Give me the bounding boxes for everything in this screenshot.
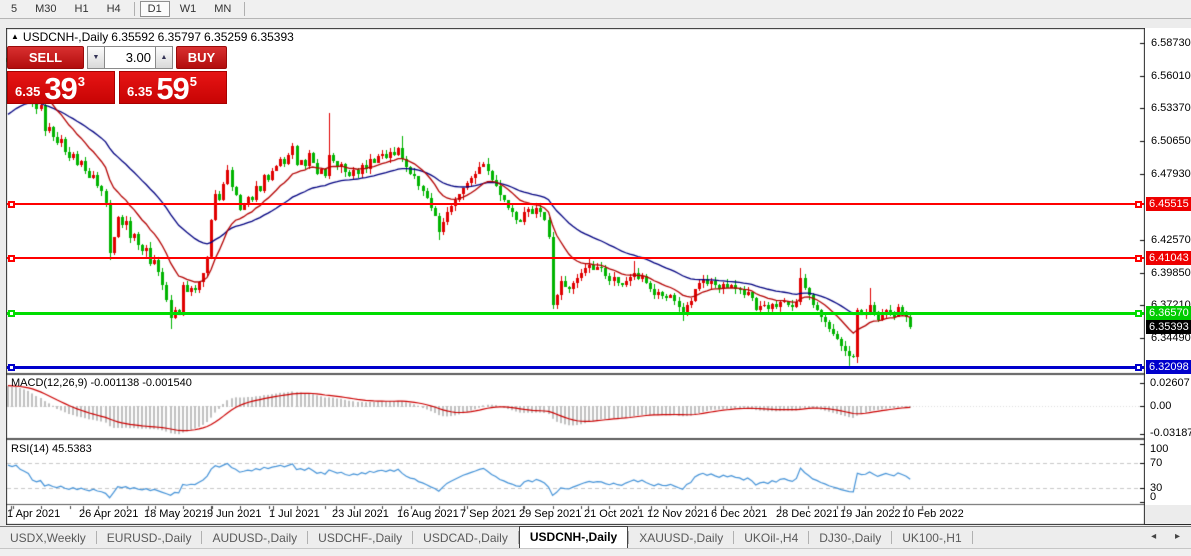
support-line-blue[interactable] xyxy=(7,366,1144,369)
line-handle[interactable] xyxy=(8,201,15,208)
ohlc-close: 6.35393 xyxy=(250,30,293,44)
timeframe-button-mn[interactable]: MN xyxy=(206,1,239,17)
toolbar-divider xyxy=(244,2,245,16)
mt4-application-window: 5M30H1H4D1W1MN ▲USDCNH-,Daily6.355926.35… xyxy=(0,0,1191,556)
macd-indicator-label: MACD(12,26,9) -0.001138 -0.001540 xyxy=(11,377,192,389)
chart-tab-uk100-h1[interactable]: UK100-,H1 xyxy=(892,529,971,547)
line-handle[interactable] xyxy=(8,310,15,317)
line-handle[interactable] xyxy=(8,255,15,262)
price-axis-label: 6.56010 xyxy=(1151,70,1191,82)
line-handle[interactable] xyxy=(8,364,15,371)
sell-price-sup: 3 xyxy=(78,74,85,89)
timeframe-button-5[interactable]: 5 xyxy=(3,1,25,17)
chart-tab-audusd-daily[interactable]: AUDUSD-,Daily xyxy=(202,529,307,547)
spinner-up-icon: ▲ xyxy=(161,54,168,61)
price-badge: 6.32098 xyxy=(1146,360,1191,374)
chart-tab-usdcad-daily[interactable]: USDCAD-,Daily xyxy=(413,529,518,547)
rsi-scale-label: 100 xyxy=(1150,443,1168,455)
date-axis-label: 6 Dec 2021 xyxy=(711,508,767,520)
buy-price-big: 59 xyxy=(156,75,188,102)
date-axis-label: 21 Oct 2021 xyxy=(584,508,644,520)
symbol-period-label: USDCNH-,Daily xyxy=(23,30,108,44)
line-handle[interactable] xyxy=(1135,310,1142,317)
price-axis-label: 6.47930 xyxy=(1151,168,1191,180)
macd-scale-label: 0.02607 xyxy=(1150,377,1190,389)
timeframe-button-d1[interactable]: D1 xyxy=(140,1,170,17)
line-handle[interactable] xyxy=(1135,255,1142,262)
chart-tab-usdx-weekly[interactable]: USDX,Weekly xyxy=(0,529,96,547)
date-axis-label: 26 Apr 2021 xyxy=(79,508,138,520)
volume-input[interactable] xyxy=(105,46,155,69)
volume-increase-button[interactable]: ▲ xyxy=(155,46,173,69)
price-axis-label: 6.58730 xyxy=(1151,37,1191,49)
date-axis-label: 1 Apr 2021 xyxy=(7,508,60,520)
buy-price-tile[interactable]: 6.35 59 5 xyxy=(119,71,227,104)
ohlc-open: 6.35592 xyxy=(111,30,154,44)
timeframe-button-m30[interactable]: M30 xyxy=(27,1,64,17)
price-badge: 6.45515 xyxy=(1146,197,1191,211)
macd-scale-label: 0.00 xyxy=(1150,400,1171,412)
tab-scroll-arrows[interactable]: ◂ ▸ xyxy=(1151,531,1188,542)
date-axis-label: 16 Aug 2021 xyxy=(397,508,459,520)
support-line-green[interactable] xyxy=(7,312,1144,315)
date-axis-label: 28 Dec 2021 xyxy=(776,508,838,520)
volume-decrease-button[interactable]: ▼ xyxy=(87,46,105,69)
price-badge: 6.41043 xyxy=(1146,251,1191,265)
price-badge: 6.35393 xyxy=(1146,320,1191,334)
date-axis-label: 1 Jul 2021 xyxy=(269,508,320,520)
ohlc-low: 6.35259 xyxy=(204,30,247,44)
toolbar-divider xyxy=(134,2,135,16)
chart-title: ▲ USDCNH-,Daily6.35592 6.357976.352596.353… xyxy=(11,30,297,44)
date-axis-label: 12 Nov 2021 xyxy=(647,508,709,520)
tab-divider xyxy=(972,531,973,544)
line-handle[interactable] xyxy=(1135,201,1142,208)
sell-price-prefix: 6.35 xyxy=(15,84,40,99)
chart-tab-usdcnh-daily[interactable]: USDCNH-,Daily xyxy=(519,526,628,548)
price-badge: 6.36570 xyxy=(1146,306,1191,320)
timeframe-button-h1[interactable]: H1 xyxy=(67,1,97,17)
buy-price-prefix: 6.35 xyxy=(127,84,152,99)
date-axis-label: 9 Jun 2021 xyxy=(207,508,261,520)
date-axis-label: 18 May 2021 xyxy=(144,508,208,520)
date-axis-label: 19 Jan 2022 xyxy=(840,508,901,520)
chart-tab-xauusd-daily[interactable]: XAUUSD-,Daily xyxy=(629,529,733,547)
chart-window-border xyxy=(1145,524,1191,525)
sell-price-tile[interactable]: 6.35 39 3 xyxy=(7,71,115,104)
price-axis-label: 6.42570 xyxy=(1151,234,1191,246)
sell-price-big: 39 xyxy=(44,75,76,102)
macd-scale-label: -0.03187 xyxy=(1150,427,1191,439)
chart-tab-dj30-daily[interactable]: DJ30-,Daily xyxy=(809,529,891,547)
line-handle[interactable] xyxy=(1135,364,1142,371)
status-bar xyxy=(0,548,1191,556)
timeframe-toolbar: 5M30H1H4 D1W1MN xyxy=(0,0,1191,19)
spinner-down-icon: ▼ xyxy=(93,54,100,61)
price-axis-label: 6.50650 xyxy=(1151,135,1191,147)
chart-tab-eurusd-daily[interactable]: EURUSD-,Daily xyxy=(97,529,202,547)
timeframe-button-h4[interactable]: H4 xyxy=(99,1,129,17)
sell-button[interactable]: SELL xyxy=(7,46,84,69)
price-axis-label: 6.53370 xyxy=(1151,102,1191,114)
rsi-scale-label: 70 xyxy=(1150,457,1162,469)
resistance-line-2[interactable] xyxy=(7,257,1144,259)
timeframe-button-w1[interactable]: W1 xyxy=(172,1,205,17)
chart-tab-ukoil-h4[interactable]: UKOil-,H4 xyxy=(734,529,808,547)
ohlc-high: 6.35797 xyxy=(158,30,201,44)
buy-price-sup: 5 xyxy=(190,74,197,89)
one-click-trading-panel: SELL ▼ ▲ BUY 6.35 39 3 6.35 59 5 xyxy=(7,46,227,104)
chart-tab-bar: USDX,WeeklyEURUSD-,DailyAUDUSD-,DailyUSD… xyxy=(0,526,1191,548)
collapse-triangle-icon[interactable]: ▲ xyxy=(11,32,19,41)
date-axis-label: 10 Feb 2022 xyxy=(902,508,964,520)
chart-tab-usdchf-daily[interactable]: USDCHF-,Daily xyxy=(308,529,412,547)
date-axis-label: 7 Sep 2021 xyxy=(460,508,516,520)
date-axis-label: 29 Sep 2021 xyxy=(519,508,581,520)
rsi-scale-label: 0 xyxy=(1150,491,1156,503)
rsi-indicator-label: RSI(14) 45.5383 xyxy=(11,443,92,455)
date-axis-label: 23 Jul 2021 xyxy=(332,508,389,520)
buy-button[interactable]: BUY xyxy=(176,46,227,69)
price-axis-label: 6.39850 xyxy=(1151,267,1191,279)
resistance-line-1[interactable] xyxy=(7,203,1144,205)
